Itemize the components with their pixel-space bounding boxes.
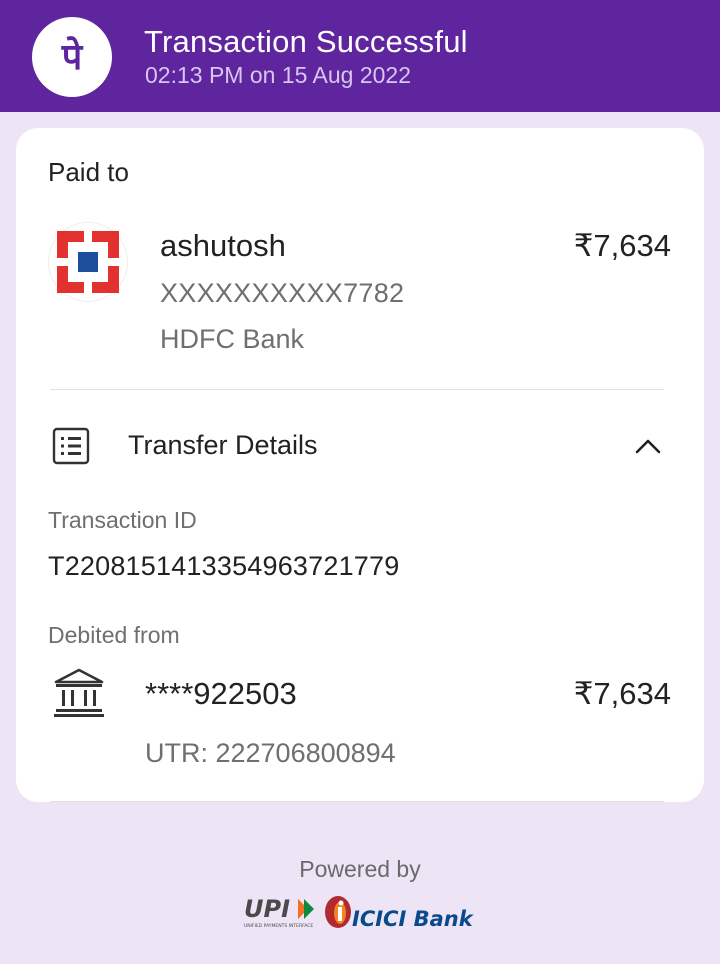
- svg-text:UPI: UPI: [244, 895, 290, 923]
- payee-account-number: XXXXXXXXXX7782: [160, 278, 405, 308]
- transaction-id-label: Transaction ID: [48, 507, 197, 533]
- transaction-timestamp: 02:13 PM on 15 Aug 2022: [145, 62, 411, 88]
- divider: [50, 389, 664, 390]
- debited-from-label: Debited from: [48, 622, 180, 648]
- chevron-up-icon[interactable]: [634, 436, 662, 456]
- svg-text:पे: पे: [61, 36, 84, 78]
- icici-logo-icon: ICICI Bank: [325, 896, 475, 931]
- transfer-details-title[interactable]: Transfer Details: [128, 430, 318, 461]
- card-bottom-divider: [50, 801, 664, 802]
- svg-text:ICICI Bank: ICICI Bank: [352, 907, 475, 931]
- powered-by-label: Powered by: [299, 856, 421, 882]
- svg-text:UNIFIED PAYMENTS INTERFACE: UNIFIED PAYMENTS INTERFACE: [244, 923, 313, 929]
- phonepe-logo-icon: पे: [32, 17, 112, 97]
- debit-amount: ₹7,634: [573, 676, 671, 711]
- list-icon: [52, 427, 90, 465]
- paid-to-label: Paid to: [48, 157, 129, 187]
- payee-name: ashutosh: [160, 228, 286, 263]
- upi-logo-icon: UPI UNIFIED PAYMENTS INTERFACE: [244, 895, 314, 929]
- payee-bank-name: HDFC Bank: [160, 324, 305, 354]
- payment-partner-logos: UPI UNIFIED PAYMENTS INTERFACE ICICI Ban…: [244, 895, 475, 931]
- header-bar: पे Transaction Successful 02:13 PM on 15…: [0, 0, 720, 112]
- utr-number: UTR: 222706800894: [145, 738, 396, 768]
- hdfc-bank-logo-icon: [48, 222, 128, 302]
- paid-amount: ₹7,634: [573, 228, 671, 263]
- debit-account-number: ****922503: [145, 676, 297, 711]
- page-title: Transaction Successful: [144, 24, 468, 59]
- bank-icon: [54, 668, 104, 717]
- transaction-id-value: T2208151413354963721779: [48, 551, 400, 581]
